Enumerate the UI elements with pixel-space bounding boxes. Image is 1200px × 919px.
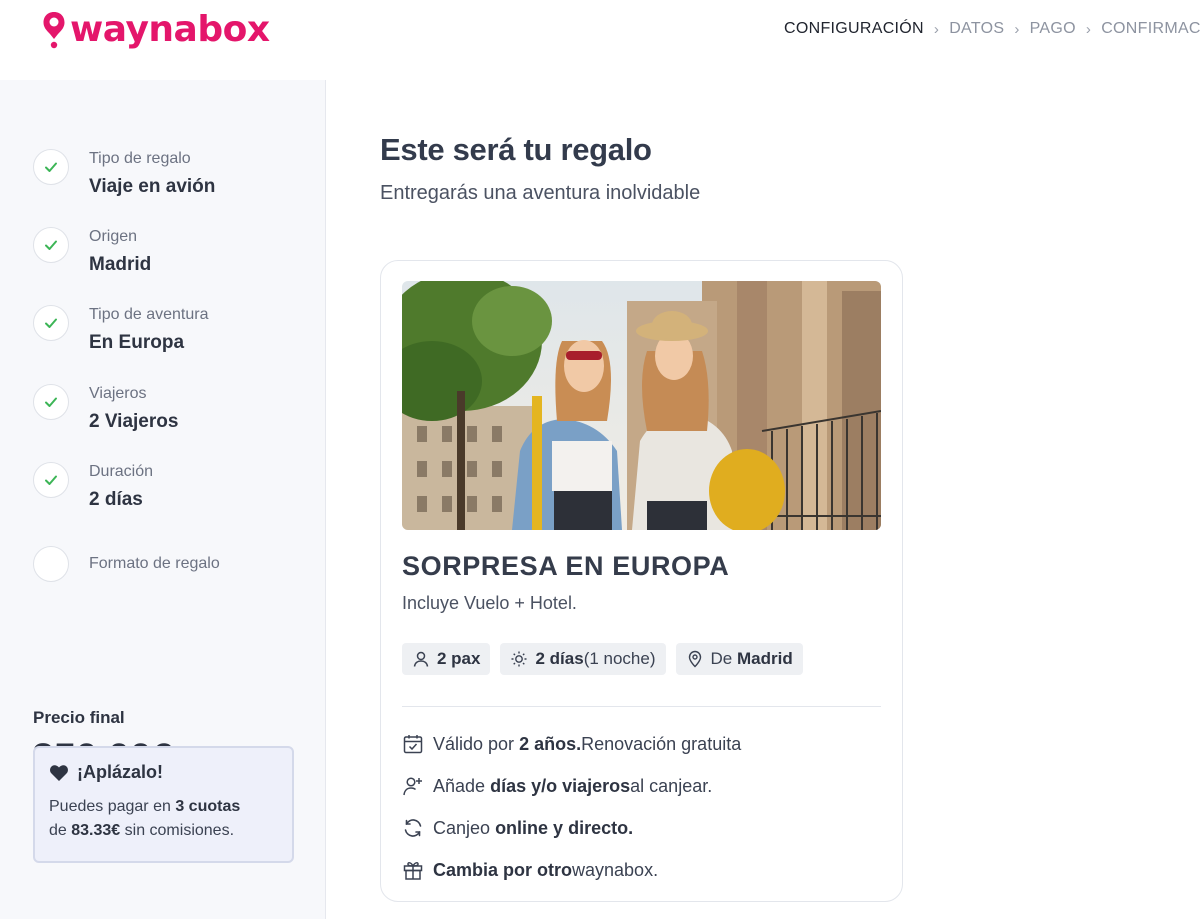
feature-text-pre: Canjeo: [433, 817, 491, 838]
location-pin-icon: [688, 650, 701, 668]
summary-label: Origen: [89, 228, 138, 245]
summary-value: En Europa: [89, 332, 185, 353]
calendar-check-icon: [403, 735, 423, 754]
summary-item-tipo-regalo[interactable]: Tipo de regalo Viaje en avión: [33, 149, 215, 199]
sun-icon: [511, 651, 527, 667]
aplazalo-installment-amount: 83.33€: [71, 822, 121, 839]
aplazalo-text-part: de: [49, 822, 72, 839]
summary-item-formato-regalo[interactable]: Formato de regalo: [33, 546, 220, 582]
feature-online-redeem: Canjeo online y directo.: [402, 817, 633, 839]
summary-item-tipo-aventura[interactable]: Tipo de aventura En Europa: [33, 305, 208, 355]
summary-value: Madrid: [89, 254, 152, 275]
summary-value: Viaje en avión: [89, 176, 216, 197]
gift-icon: [403, 862, 423, 880]
summary-item-origen[interactable]: Origen Madrid: [33, 227, 151, 277]
summary-label: Formato de regalo: [89, 555, 220, 572]
summary-item-viajeros[interactable]: Viajeros 2 Viajeros: [33, 384, 178, 434]
aplazalo-text-part: sin comisiones.: [120, 822, 235, 839]
chip-duration-nights: (1 noche): [583, 649, 656, 668]
feature-text-post: Renovación gratuita: [581, 733, 742, 754]
aplazalo-box[interactable]: ¡Aplázalo! Puedes pagar en 3 cuotas de 8…: [33, 746, 294, 863]
aplazalo-text-part: Puedes pagar en: [49, 798, 176, 815]
travelers-photo: [402, 281, 881, 530]
heart-icon: [50, 764, 68, 781]
page-title: Este será tu regalo: [380, 132, 652, 167]
product-subtitle: Incluye Vuelo + Hotel.: [402, 593, 577, 613]
summary-value: 2 días: [89, 489, 143, 510]
feature-text-bold: online y directo.: [495, 817, 634, 838]
checkout-steps: CONFIGURACIÓN › DATOS › PAGO › CONFIRMAC…: [784, 20, 1200, 38]
aplazalo-text: Puedes pagar en 3 cuotas de 83.33€ sin c…: [49, 795, 278, 843]
feature-text-pre: Añade: [433, 775, 486, 796]
chip-pax-value: 2 pax: [437, 649, 481, 668]
feature-text-bold: días y/o viajeros: [490, 775, 631, 796]
summary-label: Viajeros: [89, 385, 147, 402]
chevron-right-icon: ›: [1085, 20, 1092, 38]
product-title: SORPRESA EN EUROPA: [402, 551, 730, 581]
summary-item-duracion[interactable]: Duración 2 días: [33, 462, 153, 512]
page-subtitle: Entregarás una aventura inolvidable: [380, 182, 701, 204]
feature-text-bold: 2 años.: [519, 733, 582, 754]
refresh-icon: [404, 819, 422, 837]
chip-origin-city: Madrid: [736, 649, 793, 668]
step-datos: DATOS: [949, 20, 1005, 37]
gift-card: SORPRESA EN EUROPA Incluye Vuelo + Hotel…: [380, 260, 903, 902]
chevron-right-icon: ›: [1014, 20, 1020, 38]
person-icon: [413, 651, 429, 667]
check-icon: [33, 149, 69, 185]
aplazalo-installments: 3 cuotas: [175, 798, 241, 815]
step-confirmacion: CONFIRMACIÓN: [1101, 20, 1200, 37]
waynabox-logo[interactable]: waynabox: [42, 10, 270, 50]
empty-step-circle: [33, 546, 69, 582]
step-configuracion: CONFIGURACIÓN: [784, 20, 924, 37]
chip-duration: 2 días (1 noche): [500, 643, 666, 675]
product-chips: 2 pax 2 días (1 noche) De Madrid: [402, 643, 813, 675]
summary-sidebar: Tipo de regalo Viaje en avión Origen Mad…: [0, 80, 326, 919]
summary-label: Tipo de aventura: [89, 306, 209, 323]
check-icon: [33, 227, 69, 263]
check-icon: [33, 384, 69, 420]
feature-text-pre: Válido por: [433, 733, 515, 754]
divider: [402, 706, 881, 707]
summary-label: Duración: [89, 463, 154, 480]
aplazalo-title: ¡Aplázalo!: [77, 762, 164, 782]
feature-validity: Válido por 2 años. Renovación gratuita: [402, 733, 741, 755]
chip-origin: De Madrid: [675, 643, 803, 675]
header: waynabox CONFIGURACIÓN › DATOS › PAGO › …: [0, 0, 1200, 80]
feature-text-post: waynabox.: [572, 859, 659, 880]
check-icon: [33, 462, 69, 498]
logo-wordmark: waynabox: [70, 9, 270, 50]
summary-value: 2 Viajeros: [89, 411, 179, 432]
pin-logo-icon: [43, 12, 65, 49]
chip-duration-days: 2 días: [535, 649, 584, 668]
chip-origin-prefix: De: [710, 649, 733, 668]
feature-exchange: Cambia por otro waynabox.: [402, 859, 658, 881]
summary-label: Tipo de regalo: [89, 150, 191, 167]
feature-text-post: al canjear.: [630, 775, 713, 796]
price-label: Precio final: [33, 708, 125, 727]
chevron-right-icon: ›: [933, 20, 940, 38]
feature-add-days: Añade días y/o viajeros al canjear.: [402, 775, 712, 797]
chip-pax: 2 pax: [402, 643, 491, 675]
check-icon: [33, 305, 69, 341]
feature-text-bold: Cambia por otro: [433, 859, 573, 880]
step-pago: PAGO: [1029, 20, 1076, 37]
add-user-icon: [403, 777, 422, 796]
